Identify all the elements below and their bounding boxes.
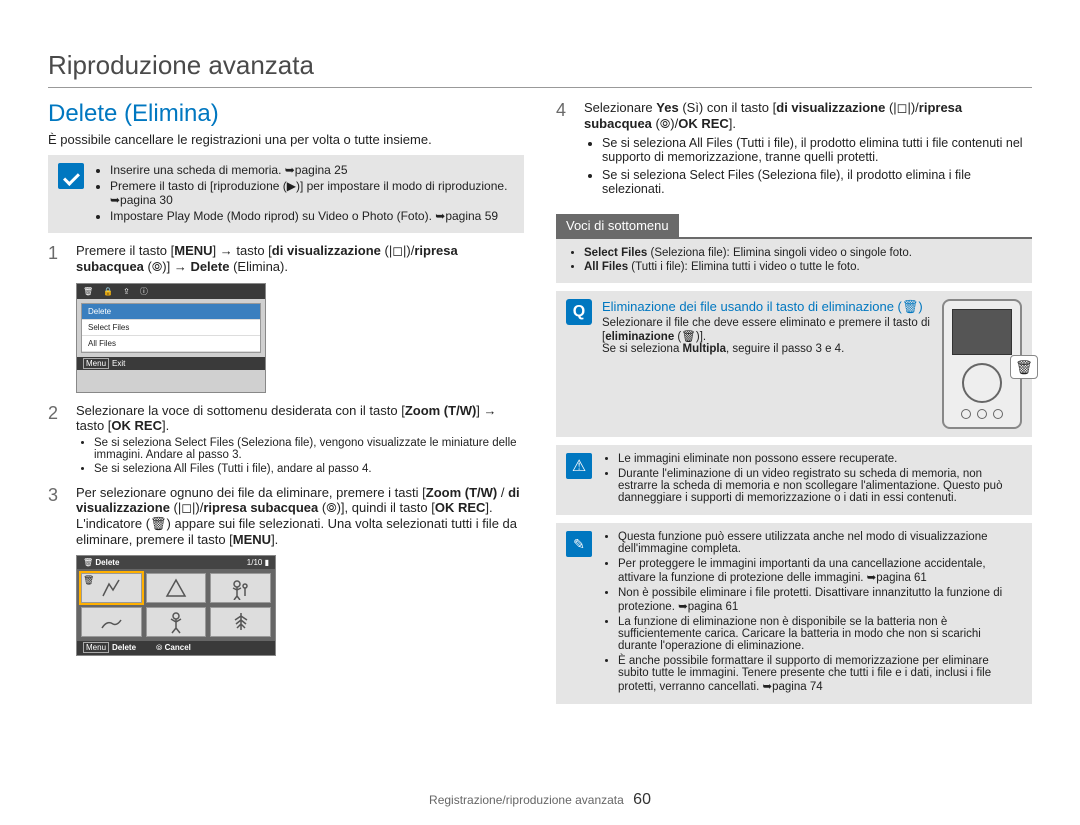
submenu-heading: Voci di sottomenu [556,214,679,237]
step-number: 3 [48,485,66,506]
thumbnail: 🗑 [81,573,142,603]
step-body: Per selezionare ognuno dei file da elimi… [76,485,524,547]
step-4: 4 Selezionare Yes (Sì) con il tasto [di … [556,100,1032,200]
info-icon: ⓘ [140,286,148,297]
step-body: Selezionare la voce di sottomenu desider… [76,403,524,477]
share-icon: ⇪ [123,287,130,296]
lock-icon: 🔒 [103,287,113,296]
menu-key-label: Menu [83,642,109,653]
menu-item-all-files: All Files [82,336,260,352]
step-2: 2 Selezionare la voce di sottomenu desid… [48,403,524,477]
step4-bullet: Se si seleziona All Files (Tutti i file)… [602,136,1032,164]
device-button [993,409,1003,419]
step-body: Selezionare Yes (Sì) con il tasto [di vi… [584,100,1032,200]
note-item: È anche possibile formattare il supporto… [618,655,1022,693]
check-icon [58,163,84,189]
step-body: Premere il tasto [MENU] → tasto [di visu… [76,243,524,275]
precond-item: Premere il tasto di [riproduzione (▶)] p… [110,179,514,207]
device-illustration: 🗑 [942,299,1022,429]
tip-q-icon [566,299,592,325]
note-icon [566,531,592,557]
screenshot-footer: MenuExit [77,357,265,370]
screenshot2-header: 🗑 Delete 1/10 ▮ [77,556,275,569]
device-dpad [962,363,1002,403]
trash-icon: 🗑 [83,287,93,296]
thumbnail [81,607,142,637]
warning-content: Le immagini eliminate non possono essere… [602,453,1022,507]
tip-delete-box: Eliminazione dei file usando il tasto di… [556,291,1032,437]
screenshot-tabs: 🗑 🔒 ⇪ ⓘ [77,284,265,299]
submenu-item: All Files (Tutti i file): Elimina tutti … [584,261,1020,273]
trash-icon: 🗑 [83,575,94,586]
thumbnail [146,607,207,637]
note-item: Per proteggere le immagini importanti da… [618,558,1022,584]
chapter-title: Riproduzione avanzata [48,50,1032,88]
menu-item-delete: Delete [82,304,260,320]
thumbnail [210,573,271,603]
submenu-box: Select Files (Seleziona file): Elimina s… [556,237,1032,283]
thumbnail [210,607,271,637]
preconditions-box: Inserire una scheda di memoria. ➥pagina … [48,155,524,233]
note-item: La funzione di eliminazione non è dispon… [618,616,1022,652]
menu-key-label: Menu [83,358,109,369]
submenu-item: Select Files (Seleziona file): Elimina s… [584,247,1020,259]
step4-bullet: Se si seleziona Select Files (Seleziona … [602,168,1032,196]
screenshot-menu-list: Delete Select Files All Files [81,303,261,353]
warning-box: Le immagini eliminate non possono essere… [556,445,1032,515]
step2-sub-item: Se si seleziona Select Files (Seleziona … [94,437,524,461]
left-column: Delete (Elimina) È possibile cancellare … [48,100,524,704]
tip-content: Eliminazione dei file usando il tasto di… [602,299,932,355]
note-box: Questa funzione può essere utilizzata an… [556,523,1032,704]
device-button [977,409,987,419]
trash-icon: 🗑 [83,558,93,567]
step-number: 2 [48,403,66,424]
submenu-section: Voci di sottomenu Select Files (Selezion… [556,208,1032,283]
footer-text: Registrazione/riproduzione avanzata [429,793,624,807]
note-content: Questa funzione può essere utilizzata an… [602,531,1022,696]
trash-callout-icon: 🗑 [1010,355,1038,379]
section-title: Delete (Elimina) [48,100,524,128]
precond-item: Inserire una scheda di memoria. ➥pagina … [110,163,514,177]
step-number: 4 [556,100,574,121]
note-item: Questa funzione può essere utilizzata an… [618,531,1022,555]
precond-item: Impostare Play Mode (Modo riprod) su Vid… [110,209,514,223]
menu-item-select-files: Select Files [82,320,260,336]
warn-item: Le immagini eliminate non possono essere… [618,453,1022,465]
intro-text: È possibile cancellare le registrazioni … [48,132,524,147]
screenshot-thumbnails: 🗑 Delete 1/10 ▮ 🗑 MenuDelete ⦾ Cancel [76,555,276,656]
step-1: 1 Premere il tasto [MENU] → tasto [di vi… [48,243,524,275]
screenshot-delete-menu: 🗑 🔒 ⇪ ⓘ Delete Select Files All Files Me… [76,283,266,393]
step2-sub-item: Se si seleziona All Files (Tutti i file)… [94,463,524,475]
device-screen [952,309,1012,355]
note-item: Non è possibile eliminare i file protett… [618,587,1022,613]
thumbnail-grid: 🗑 [77,569,275,641]
warn-item: Durante l'eliminazione di un video regis… [618,468,1022,504]
warning-icon [566,453,592,479]
step-number: 1 [48,243,66,264]
screenshot2-footer: MenuDelete ⦾ Cancel [77,641,275,655]
device-button [961,409,971,419]
step-3: 3 Per selezionare ognuno dei file da eli… [48,485,524,547]
battery-icon: ▮ [265,558,269,567]
tip-title: Eliminazione dei file usando il tasto di… [602,299,932,315]
right-column: 4 Selezionare Yes (Sì) con il tasto [di … [556,100,1032,704]
page-footer: Registrazione/riproduzione avanzata 60 [0,791,1080,809]
page-number: 60 [633,791,651,808]
thumbnail [146,573,207,603]
precondition-list: Inserire una scheda di memoria. ➥pagina … [110,163,514,225]
